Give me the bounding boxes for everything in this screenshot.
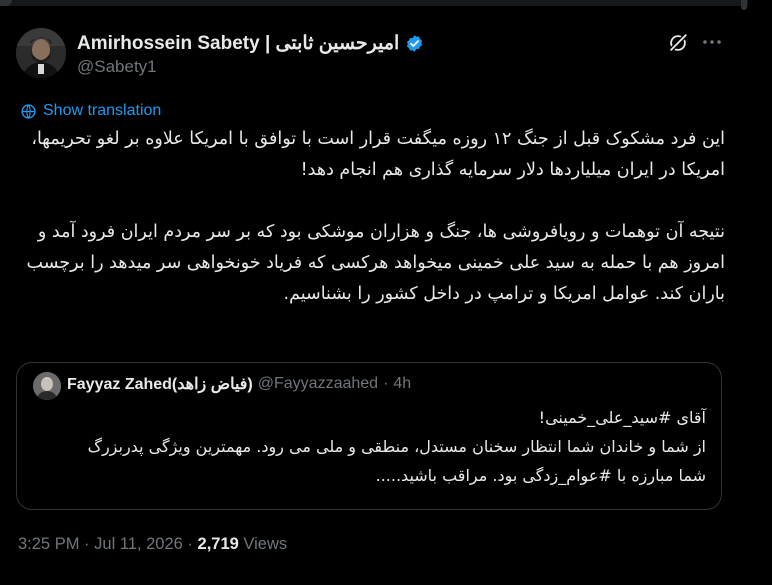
top-strip (0, 0, 772, 6)
quote-line-1: آقای #سید_علی_خمینی! (538, 408, 706, 427)
tweet-paragraph-2: نتیجه آن توهمات و رویافروشی ها، جنگ و هز… (26, 222, 725, 304)
quote-avatar-image (33, 372, 61, 400)
views-count: 2,719 (197, 535, 239, 553)
verified-badge-icon[interactable] (405, 34, 424, 53)
quote-line-3: شما مبارزه با #عوام_زدگی بود. مراقب باشی… (375, 466, 706, 485)
quote-author-handle[interactable]: @Fayyazzaahed (258, 375, 378, 393)
translate-icon (21, 103, 36, 119)
tweet-page: Amirhossein Sabety | امیرحسین ثابتی @Sab… (0, 0, 772, 585)
quote-line-2: از شما و خاندان شما انتظار سخنان مستدل، … (87, 437, 706, 456)
tweet-text: این فرد مشکوک قبل از جنگ ۱۲ روزه میگفت ق… (18, 124, 725, 310)
author-name[interactable]: Amirhossein Sabety | امیرحسین ثابتی (77, 32, 424, 55)
post-meta: 3:25 PM · Jul 11, 2026 · 2,719 Views (18, 535, 287, 554)
post-time[interactable]: 3:25 PM (18, 535, 79, 553)
quote-header: Fayyaz Zahed(فیاض زاهد) @Fayyazzaahed · … (67, 374, 411, 394)
show-translation-label[interactable]: Show translation (43, 102, 161, 120)
top-strip-nub (0, 0, 12, 6)
show-translation-link[interactable]: Show translation (20, 102, 161, 120)
quote-author-name[interactable]: Fayyaz Zahed(فیاض زاهد) (67, 374, 253, 394)
quoted-tweet[interactable]: Fayyaz Zahed(فیاض زاهد) @Fayyazzaahed · … (16, 362, 722, 510)
meta-separator-2: · (187, 535, 193, 553)
meta-separator-1: · (84, 535, 90, 553)
author-avatar[interactable] (16, 28, 66, 78)
scrollbar[interactable] (741, 0, 747, 10)
more-icon[interactable] (701, 34, 723, 50)
grok-icon[interactable] (667, 32, 689, 54)
tweet-paragraph-1: این فرد مشکوک قبل از جنگ ۱۲ روزه میگفت ق… (31, 129, 725, 180)
author-name-text[interactable]: Amirhossein Sabety | امیرحسین ثابتی (77, 32, 399, 55)
views-label: Views (243, 535, 288, 553)
quote-avatar[interactable] (33, 372, 61, 400)
right-rail (748, 0, 772, 585)
author-handle[interactable]: @Sabety1 (77, 57, 157, 77)
post-date[interactable]: Jul 11, 2026 (94, 535, 183, 553)
author-avatar-image (16, 28, 66, 78)
quote-text: آقای #سید_علی_خمینی! از شما و خاندان شما… (33, 403, 706, 490)
quote-time[interactable]: 4h (393, 375, 411, 393)
quote-separator: · (383, 375, 389, 392)
